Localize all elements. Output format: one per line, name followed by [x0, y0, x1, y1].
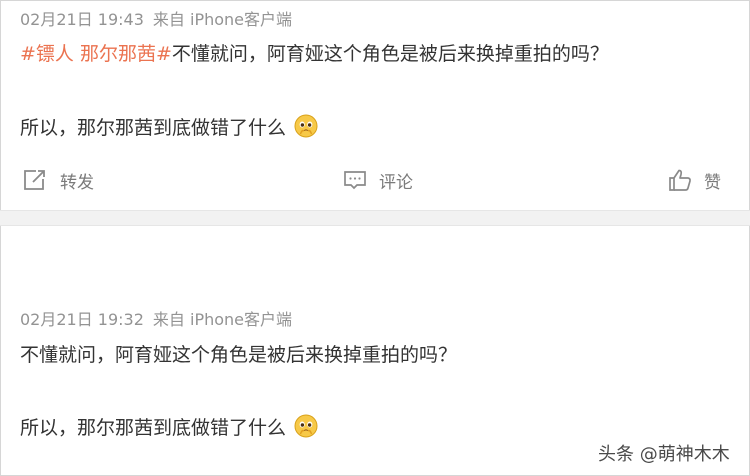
post-text: #镖人 那尔那茜#不懂就问，阿育娅这个角色是被后来换掉重拍的吗？ [20, 39, 609, 66]
pleading-face-icon [294, 114, 318, 138]
pleading-face-icon [294, 414, 318, 438]
repost-label: 转发 [60, 172, 94, 193]
repost-icon [24, 170, 45, 190]
comment-label: 评论 [379, 172, 413, 193]
hashtag-link[interactable]: #镖人 那尔那茜# [20, 43, 172, 65]
post-meta: 02月21日 19:43 来自 iPhone客户端 [20, 6, 292, 30]
post-action-bar: 转发 评论 赞 [0, 162, 750, 202]
like-button[interactable]: 赞 [668, 162, 721, 198]
post-text-line-2-row: 所以，那尔那茜到底做错了什么 [20, 413, 318, 440]
post-text-line-2: 所以，那尔那茜到底做错了什么 [20, 117, 287, 139]
post-meta: 02月21日 19:32 来自 iPhone客户端 [20, 306, 292, 330]
comment-icon [344, 171, 366, 190]
post-date[interactable]: 02月21日 19:43 [20, 10, 144, 29]
post-separator [0, 210, 750, 226]
post-card: 02月21日 19:43 来自 iPhone客户端 #镖人 那尔那茜#不懂就问，阿… [0, 0, 750, 210]
repost-button[interactable]: 转发 [22, 162, 94, 198]
post-source[interactable]: 来自 iPhone客户端 [153, 310, 292, 329]
comment-button[interactable]: 评论 [343, 162, 413, 198]
post-text-line-1: 不懂就问，阿育娅这个角色是被后来换掉重拍的吗？ [171, 43, 609, 65]
post-text-line-2: 所以，那尔那茜到底做错了什么 [20, 417, 287, 439]
post-text-line-2-row: 所以，那尔那茜到底做错了什么 [20, 113, 318, 140]
watermark: 头条 @萌神木木 [598, 444, 730, 465]
like-label: 赞 [704, 172, 721, 193]
post-source[interactable]: 来自 iPhone客户端 [153, 10, 292, 29]
post-text-line-1: 不懂就问，阿育娅这个角色是被后来换掉重拍的吗？ [20, 344, 458, 366]
thumbs-up-icon [669, 169, 691, 191]
post-date[interactable]: 02月21日 19:32 [20, 310, 144, 329]
